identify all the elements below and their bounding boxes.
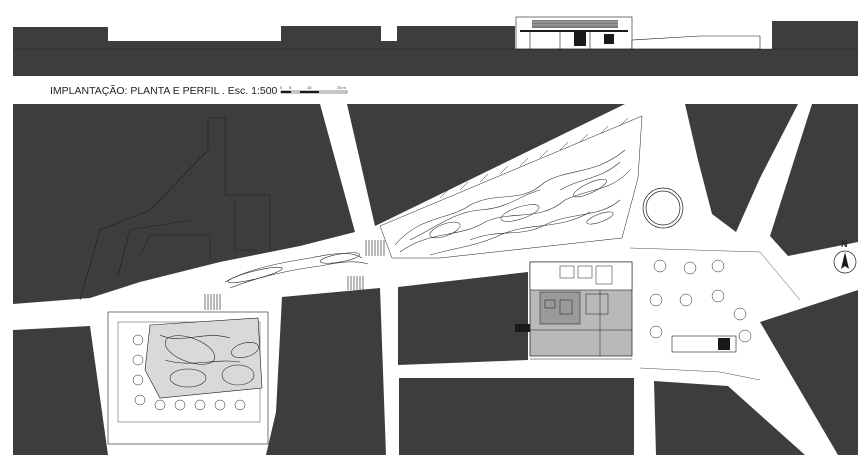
block-west-edge (13, 326, 108, 455)
block-center-south (266, 288, 386, 455)
profile-elevation (13, 16, 858, 76)
profile-ramp (631, 35, 761, 50)
scale-tick-1: 5 (289, 85, 292, 90)
block-north-west (13, 104, 355, 304)
scale-tick-0: 0 (280, 85, 283, 90)
block-south-east (654, 381, 805, 455)
road-edges (629, 247, 801, 381)
scale-tick-2: 15 (307, 85, 312, 90)
building-plan (515, 261, 633, 360)
plaza-sculpture-area (144, 317, 263, 399)
east-kiosk (671, 335, 737, 353)
scale-tick-3: 25 m (337, 85, 347, 90)
block-south-center (399, 378, 634, 455)
north-arrow-label: N (841, 239, 848, 249)
block-building-site (398, 272, 528, 365)
profile-building (515, 16, 633, 50)
plan-title: IMPLANTAÇÃO: PLANTA E PERFIL . Esc. 1:50… (50, 84, 278, 97)
roundabout (642, 187, 684, 229)
site-plan-drawing: IMPLANTAÇÃO: PLANTA E PERFIL . Esc. 1:50… (13, 16, 858, 455)
scale-bar: 0 5 15 25 m (280, 85, 348, 94)
plaza-south-west (107, 311, 269, 445)
east-square-trees (649, 259, 752, 343)
